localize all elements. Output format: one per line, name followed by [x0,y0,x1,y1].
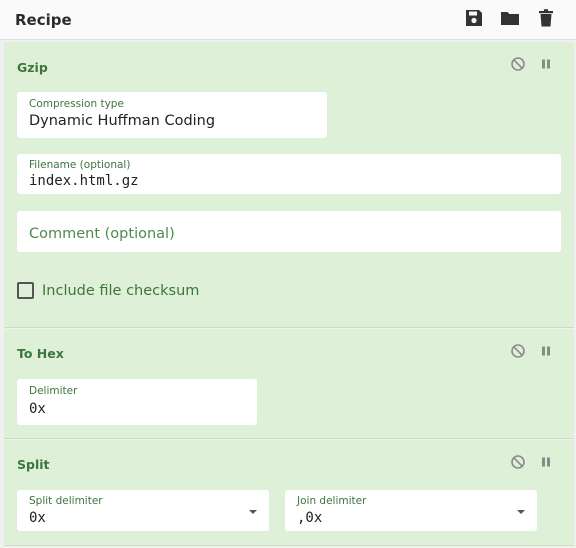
operation-split: Split Split delimiter 0x Join delimiter … [4,440,574,546]
disable-icon[interactable] [510,343,526,359]
delimiter-field[interactable]: Delimiter 0x [17,379,257,425]
split-delimiter-value: 0x [29,510,46,526]
recipe-header: Recipe [0,0,576,40]
split-delimiter-label: Split delimiter [29,495,103,507]
folder-icon[interactable] [500,8,520,28]
filename-field[interactable]: Filename (optional) index.html.gz [17,154,561,194]
filename-label: Filename (optional) [29,159,131,171]
join-delimiter-select[interactable]: Join delimiter ,0x [285,490,537,531]
disable-icon[interactable] [510,454,526,470]
trash-icon[interactable] [536,8,556,28]
include-checksum-label: Include file checksum [42,283,200,299]
delimiter-value: 0x [29,401,46,417]
include-checksum-checkbox[interactable] [17,282,34,299]
operation-title: Split [17,457,50,472]
pause-icon[interactable] [538,56,554,72]
chevron-down-icon[interactable] [249,510,257,514]
delimiter-label: Delimiter [29,385,78,397]
operation-title: Gzip [17,60,48,75]
compression-type-select[interactable]: Compression type Dynamic Huffman Coding [17,92,327,138]
save-icon[interactable] [464,8,484,28]
split-delimiter-select[interactable]: Split delimiter 0x [17,490,269,531]
comment-field[interactable]: Comment (optional) [17,211,561,252]
compression-type-label: Compression type [29,98,124,110]
join-delimiter-label: Join delimiter [297,495,367,507]
chevron-down-icon[interactable] [517,510,525,514]
pause-icon[interactable] [538,454,554,470]
operation-title: To Hex [17,346,64,361]
operation-gzip: Gzip Compression type Dynamic Huffman Co… [4,42,574,328]
operation-to-hex: To Hex Delimiter 0x [4,329,574,439]
join-delimiter-value: ,0x [297,510,323,526]
pause-icon[interactable] [538,343,554,359]
recipe-title: Recipe [15,11,72,29]
filename-value: index.html.gz [29,173,139,189]
comment-placeholder: Comment (optional) [29,226,175,242]
disable-icon[interactable] [510,56,526,72]
compression-type-value: Dynamic Huffman Coding [29,113,216,129]
